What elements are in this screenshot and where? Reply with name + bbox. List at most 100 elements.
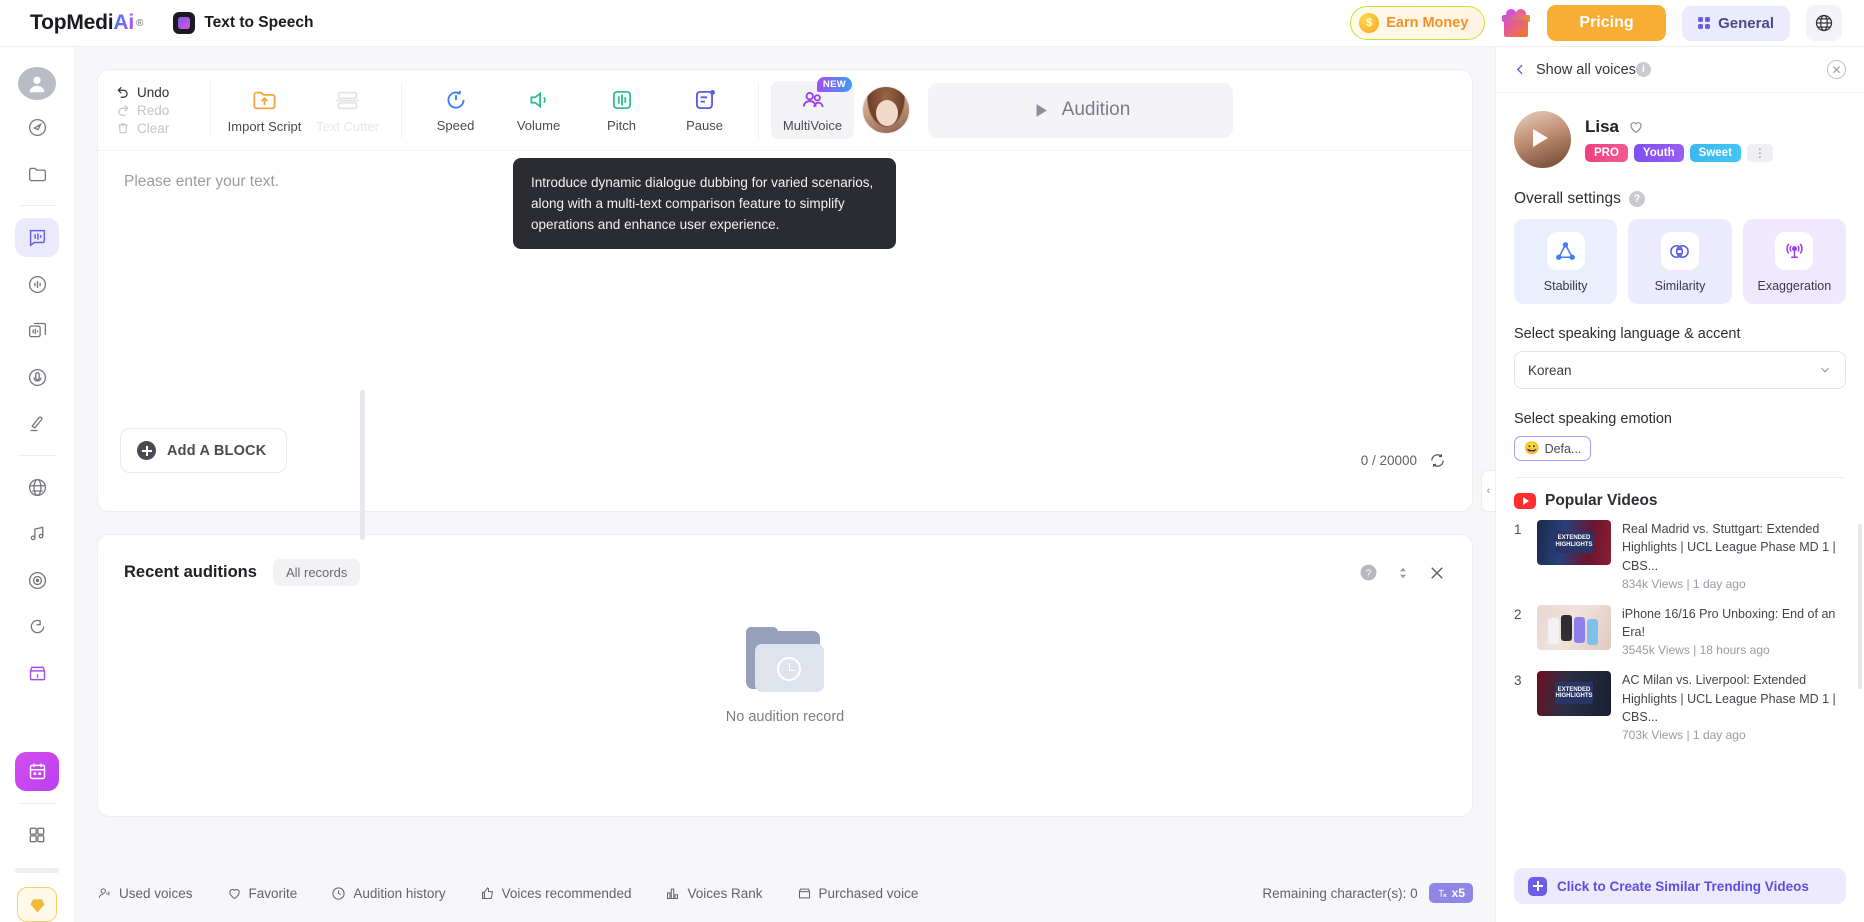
overall-settings-help-icon[interactable]: ?	[1628, 191, 1645, 207]
language-value: Korean	[1528, 362, 1572, 378]
voice-more-menu-icon[interactable]: ⋮	[1746, 144, 1773, 162]
voices-recommended-label: Voices recommended	[501, 885, 632, 901]
video-rank: 3	[1514, 673, 1522, 689]
panel-close-icon[interactable]: ✕	[1827, 60, 1846, 79]
sidebar-item-text-to-speech[interactable]	[15, 218, 59, 257]
top-header: TopMedi Ai ® Text to Speech $ Earn Money P…	[0, 0, 1864, 47]
list-item[interactable]: 1 EXTENDED HIGHLIGHTS Real Madrid vs. St…	[1514, 520, 1846, 591]
pause-label: Pause	[686, 118, 723, 133]
bottom-toolbar: Used voices Favorite Audition history Vo…	[75, 864, 1495, 922]
help-icon[interactable]: ?	[1359, 563, 1378, 582]
voice-preview-avatar[interactable]	[1514, 111, 1571, 168]
recent-auditions-card: Recent auditions All records ? No auditi…	[97, 534, 1473, 817]
used-voices-label: Used voices	[119, 885, 193, 901]
sidebar-item-batch-convert[interactable]	[15, 311, 59, 350]
used-voices-button[interactable]: Used voices	[97, 886, 193, 901]
pricing-button[interactable]: Pricing	[1547, 5, 1666, 41]
editor-scrollbar[interactable]	[360, 390, 365, 540]
voice-info: Lisa PRO Youth Sweet ⋮	[1585, 117, 1773, 162]
clear-button[interactable]: Clear	[116, 121, 198, 136]
app-title-chip[interactable]: Text to Speech	[173, 12, 313, 34]
sidebar-divider-2	[18, 454, 56, 456]
favorite-button[interactable]: Favorite	[227, 885, 298, 901]
right-panel-collapse-handle[interactable]: ‹	[1481, 470, 1495, 512]
setting-exaggeration[interactable]: Exaggeration	[1742, 219, 1846, 304]
setting-stability[interactable]: Stability	[1514, 219, 1618, 304]
refresh-icon[interactable]	[1429, 452, 1446, 469]
audition-history-label: Audition history	[353, 885, 446, 901]
sidebar-collapse-handle[interactable]	[15, 868, 59, 873]
purchased-voice-label: Purchased voice	[818, 885, 919, 901]
show-all-voices-button[interactable]: Show all voices	[1514, 62, 1636, 78]
audition-history-button[interactable]: Audition history	[331, 885, 446, 901]
bottom-bar-right: Remaining character(s): 0 x5	[1262, 883, 1473, 903]
registered-mark: ®	[135, 17, 144, 29]
setting-similarity[interactable]: Similarity	[1628, 219, 1732, 304]
volume-label: Volume	[516, 118, 561, 133]
all-records-button[interactable]: All records	[272, 559, 361, 586]
recent-auditions-header: Recent auditions All records ?	[98, 535, 1472, 586]
favorite-label: Favorite	[248, 885, 298, 901]
sidebar-item-voice-record[interactable]	[15, 358, 59, 397]
stability-label: Stability	[1543, 279, 1588, 293]
add-block-button[interactable]: Add A BLOCK	[120, 428, 288, 473]
earn-money-button[interactable]: $ Earn Money	[1350, 6, 1486, 40]
volume-button[interactable]: Volume	[497, 81, 580, 139]
brand-logo[interactable]: TopMedi Ai ®	[30, 11, 143, 35]
general-button[interactable]: General	[1681, 5, 1790, 41]
multiplier-badge[interactable]: x5	[1428, 883, 1473, 903]
remaining-characters: Remaining character(s): 0	[1262, 885, 1418, 901]
sidebar-item-translate[interactable]	[15, 468, 59, 507]
info-icon[interactable]: i	[1635, 62, 1651, 77]
redo-button[interactable]: Redo	[116, 103, 198, 118]
popular-videos-scrollbar[interactable]	[1858, 524, 1862, 689]
video-title: iPhone 16/16 Pro Unboxing: End of an Era…	[1622, 606, 1836, 639]
speed-button[interactable]: Speed	[414, 81, 497, 139]
youtube-icon	[1514, 493, 1536, 509]
audition-button[interactable]: Audition	[928, 82, 1233, 138]
sidebar-item-apps-grid[interactable]	[15, 816, 59, 855]
toolbar-divider-2	[401, 82, 402, 138]
list-item[interactable]: 2 iPhone 16/16 Pro Unboxing: End of an E…	[1514, 604, 1846, 657]
tag-sweet: Sweet	[1689, 144, 1741, 162]
sidebar-item-compass[interactable]	[15, 108, 59, 147]
overall-settings-title: Overall settings ?	[1514, 190, 1846, 208]
sidebar-item-disc[interactable]	[15, 561, 59, 600]
sidebar-item-voice-clone[interactable]	[15, 404, 59, 443]
close-icon[interactable]	[1428, 564, 1446, 582]
voice-settings-panel: Show all voices i ✕ Lisa PRO Youth Sweet	[1495, 47, 1864, 922]
sidebar-item-music[interactable]	[15, 514, 59, 553]
voices-rank-button[interactable]: Voices Rank	[665, 886, 763, 901]
profile-avatar[interactable]	[18, 67, 56, 101]
sidebar-divider-1	[18, 205, 56, 207]
gift-icon[interactable]	[1501, 8, 1531, 37]
video-title: AC Milan vs. Liverpool: Extended Highlig…	[1622, 673, 1836, 724]
brand-ai-suffix: Ai	[113, 11, 134, 34]
language-select[interactable]: Korean	[1514, 351, 1846, 389]
clock-icon	[332, 886, 345, 900]
pause-button[interactable]: Pause	[663, 81, 746, 139]
list-item[interactable]: 3 EXTENDED HIGHLIGHTS AC Milan vs. Liver…	[1514, 671, 1846, 742]
create-trending-videos-label: Click to Create Similar Trending Videos	[1557, 878, 1809, 894]
sidebar-item-store[interactable]	[15, 654, 59, 693]
language-globe-icon[interactable]	[1806, 5, 1842, 41]
selected-voice-avatar[interactable]	[862, 86, 910, 134]
voices-recommended-button[interactable]: Voices recommended	[480, 885, 632, 901]
audition-label: Audition	[1061, 99, 1131, 120]
purchased-voice-button[interactable]: Purchased voice	[797, 885, 919, 901]
sort-icon[interactable]	[1396, 564, 1410, 582]
sidebar-item-voice-changer[interactable]	[15, 265, 59, 304]
sidebar-item-folder[interactable]	[15, 155, 59, 194]
create-trending-videos-button[interactable]: Click to Create Similar Trending Videos	[1514, 868, 1846, 904]
text-cutter-button[interactable]: Text Cutter	[306, 81, 389, 140]
pitch-button[interactable]: Pitch	[580, 81, 663, 139]
app-title-label: Text to Speech	[204, 14, 314, 31]
multivoice-button[interactable]: NEW MultiVoice	[771, 77, 854, 139]
sidebar-item-calendar[interactable]	[15, 752, 59, 791]
import-script-button[interactable]: Import Script	[223, 81, 306, 140]
sidebar-item-rewards[interactable]	[17, 886, 57, 922]
sidebar-item-spiral[interactable]	[15, 607, 59, 646]
emotion-chip[interactable]: 😀 Defa...	[1514, 436, 1592, 461]
undo-button[interactable]: Undo	[116, 85, 198, 100]
show-all-voices-label: Show all voices	[1536, 61, 1636, 78]
